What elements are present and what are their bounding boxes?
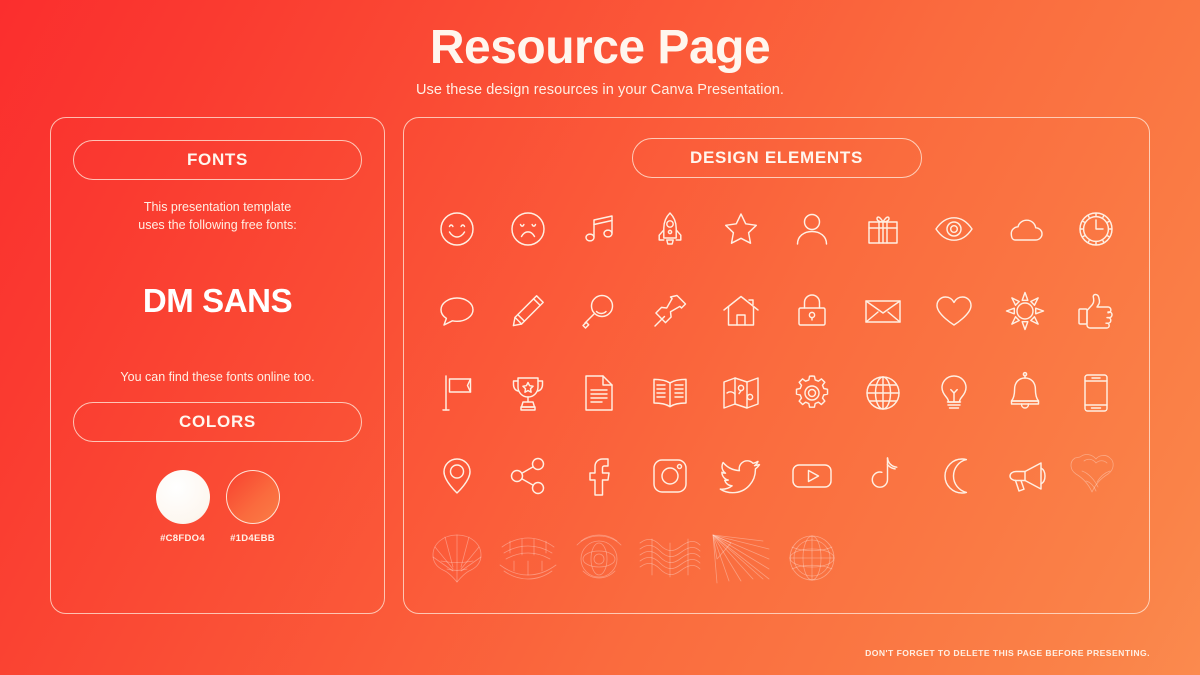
envelope-icon[interactable] bbox=[847, 270, 918, 352]
brand-swatch[interactable] bbox=[225, 470, 280, 525]
fonts-panel: FONTS This presentation template uses th… bbox=[50, 116, 385, 614]
rocket-icon[interactable] bbox=[635, 188, 706, 270]
flag-icon[interactable] bbox=[422, 352, 493, 434]
music-note-icon[interactable] bbox=[564, 188, 635, 270]
lock-icon[interactable] bbox=[777, 270, 848, 352]
light-swatch[interactable] bbox=[155, 470, 210, 525]
fonts-heading-pill: FONTS bbox=[73, 139, 362, 180]
heart-icon[interactable] bbox=[918, 270, 989, 352]
gear-icon[interactable] bbox=[777, 352, 848, 434]
abstract-wave-graphic bbox=[635, 517, 706, 599]
speech-bubble-icon[interactable] bbox=[422, 270, 493, 352]
abstract-fan-graphic bbox=[422, 517, 493, 599]
facebook-icon[interactable] bbox=[564, 434, 635, 516]
cloud-icon[interactable] bbox=[989, 188, 1060, 270]
fonts-description-line-1: This presentation template bbox=[143, 199, 292, 214]
brand-swatch-code: #1D4EBB bbox=[230, 533, 275, 545]
sad-face-icon[interactable] bbox=[493, 188, 564, 270]
design-elements-heading-label: DESIGN ELEMENTS bbox=[690, 147, 863, 167]
color-swatch-item[interactable]: #1D4EBB bbox=[225, 470, 280, 545]
abstract-orb-graphic bbox=[564, 517, 635, 599]
abstract-rays-graphic bbox=[706, 517, 777, 599]
trophy-icon[interactable] bbox=[493, 352, 564, 434]
fonts-heading-label: FONTS bbox=[186, 149, 249, 169]
lightbulb-icon[interactable] bbox=[918, 352, 989, 434]
abstract-blob-graphic bbox=[1060, 434, 1131, 516]
smile-icon[interactable] bbox=[422, 188, 493, 270]
star-icon[interactable] bbox=[706, 188, 777, 270]
map-icon[interactable] bbox=[706, 352, 777, 434]
content-area: FONTS This presentation template uses th… bbox=[0, 98, 1200, 614]
icon-grid bbox=[422, 188, 1131, 599]
smartphone-icon[interactable] bbox=[1060, 352, 1131, 434]
color-swatch-row: #C8FDO4 #1D4EBB bbox=[73, 470, 362, 544]
globe-icon[interactable] bbox=[847, 352, 918, 434]
instagram-icon[interactable] bbox=[635, 434, 706, 516]
sun-icon[interactable] bbox=[989, 270, 1060, 352]
fonts-description: This presentation template uses the foll… bbox=[73, 198, 362, 234]
abstract-sphere-graphic bbox=[777, 517, 848, 599]
fonts-description-line-2: uses the following free fonts: bbox=[138, 217, 297, 232]
document-icon[interactable] bbox=[564, 352, 635, 434]
person-icon[interactable] bbox=[777, 188, 848, 270]
pencil-icon[interactable] bbox=[493, 270, 564, 352]
design-elements-heading-pill: DESIGN ELEMENTS bbox=[631, 137, 922, 178]
font-family-name: DM SANS bbox=[142, 282, 293, 320]
youtube-icon[interactable] bbox=[777, 434, 848, 516]
page-title: Resource Page bbox=[429, 21, 771, 74]
page-subtitle: Use these design resources in your Canva… bbox=[415, 81, 785, 98]
moon-icon[interactable] bbox=[918, 434, 989, 516]
twitter-icon[interactable] bbox=[706, 434, 777, 516]
eye-icon[interactable] bbox=[918, 188, 989, 270]
gift-icon[interactable] bbox=[847, 188, 918, 270]
page-header: Resource Page Use these design resources… bbox=[0, 0, 1200, 98]
megaphone-icon[interactable] bbox=[989, 434, 1060, 516]
color-swatch-item[interactable]: #C8FDO4 bbox=[155, 470, 210, 545]
design-elements-panel: DESIGN ELEMENTS bbox=[403, 116, 1150, 614]
share-icon[interactable] bbox=[493, 434, 564, 516]
open-book-icon[interactable] bbox=[635, 352, 706, 434]
thumbs-up-icon[interactable] bbox=[1060, 270, 1131, 352]
clock-icon[interactable] bbox=[1060, 188, 1131, 270]
house-icon[interactable] bbox=[706, 270, 777, 352]
light-swatch-code: #C8FDO4 bbox=[160, 533, 205, 545]
magnifier-icon[interactable] bbox=[564, 270, 635, 352]
bell-icon[interactable] bbox=[989, 352, 1060, 434]
location-pin-icon[interactable] bbox=[422, 434, 493, 516]
colors-heading-label: COLORS bbox=[179, 412, 256, 432]
colors-heading-pill: COLORS bbox=[73, 402, 362, 443]
fonts-online-note: You can find these fonts online too. bbox=[120, 370, 315, 385]
pushpin-icon[interactable] bbox=[635, 270, 706, 352]
abstract-mesh-graphic bbox=[493, 517, 564, 599]
tiktok-icon[interactable] bbox=[847, 434, 918, 516]
footer-note: DON'T FORGET TO DELETE THIS PAGE BEFORE … bbox=[865, 648, 1150, 658]
